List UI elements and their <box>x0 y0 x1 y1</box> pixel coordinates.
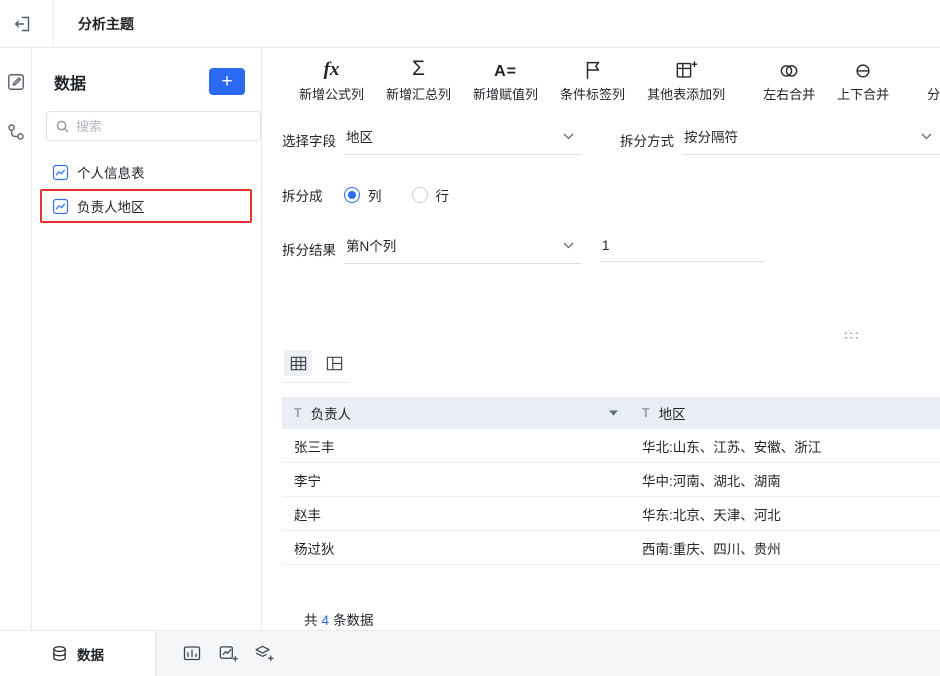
table-body: 张三丰 华北:山东、江苏、安徽、浙江 李宁 华中:河南、湖北、湖南 赵丰 华东:… <box>282 429 940 565</box>
exit-icon <box>13 15 31 33</box>
chart-file-icon <box>52 164 69 181</box>
radio-split-to-row[interactable]: 行 <box>411 185 449 205</box>
bottom-actions <box>182 644 274 664</box>
search-box[interactable] <box>46 111 261 141</box>
toolbar-condition-tag-column[interactable]: 条件标签列 <box>549 55 636 103</box>
radio-icon <box>344 187 360 203</box>
split-config-form: 选择字段 地区 拆分方式 按分隔符 拆分成 列 行 拆分结果 第N个列 1 <box>262 124 940 264</box>
cell-region: 华中:河南、湖北、湖南 <box>642 473 781 489</box>
table-row[interactable]: 李宁 华中:河南、湖北、湖南 <box>282 463 940 497</box>
cell-owner: 张三丰 <box>294 439 335 455</box>
toolbar-group-summary[interactable]: 分组汇总 <box>916 55 940 103</box>
merge-tb-icon <box>852 55 874 81</box>
dataset-item-label: 个人信息表 <box>77 166 145 181</box>
table-row[interactable]: 赵丰 华东:北京、天津、河北 <box>282 497 940 531</box>
table-row[interactable]: 张三丰 华北:山东、江苏、安徽、浙江 <box>282 429 940 463</box>
grid-view-toggle[interactable] <box>284 350 312 376</box>
split-result-label: 拆分结果 <box>282 242 336 258</box>
dataset-list: 个人信息表 负责人地区 <box>40 155 252 223</box>
split-result-select[interactable]: 第N个列 <box>344 233 582 264</box>
page-title: 分析主题 <box>78 15 134 32</box>
layout-view-toggle[interactable] <box>320 350 348 376</box>
column-header-owner[interactable]: T 负责人 <box>282 403 630 423</box>
bar-chart-icon[interactable] <box>182 644 202 664</box>
table-row[interactable]: 杨过狄 西南:重庆、四川、贵州 <box>282 531 940 565</box>
horizontal-drag-handle[interactable] <box>843 331 860 341</box>
bottom-bar: 数据 <box>0 630 940 676</box>
view-toggles <box>282 350 350 383</box>
radio-icon <box>411 187 428 203</box>
search-icon <box>55 119 70 134</box>
search-input[interactable] <box>76 118 252 134</box>
toolbar-new-summary-column[interactable]: Σ 新增汇总列 <box>375 55 462 103</box>
cell-region: 华北:山东、江苏、安徽、浙江 <box>642 439 822 455</box>
result-n-input[interactable] <box>600 235 765 262</box>
split-into-label: 拆分成 <box>282 189 323 204</box>
sidebar-title: 数据 <box>54 75 87 93</box>
topbar: 分析主题 <box>0 0 940 48</box>
toolbar-merge-left-right[interactable]: 左右合并 <box>752 55 826 103</box>
assign-icon: A= <box>494 63 517 80</box>
table-add-icon <box>674 55 698 81</box>
data-sidebar: 数据 + 个人信息表 <box>32 48 291 630</box>
toolbar-new-assign-column[interactable]: A= 新增赋值列 <box>462 55 549 103</box>
chart-file-icon <box>52 198 69 215</box>
main-panel: fx 新增公式列 Σ 新增汇总列 A= 新增赋值列 条件标签列 其他表添加列 左… <box>262 48 940 630</box>
field-select[interactable]: 地区 <box>344 124 582 155</box>
edit-toolbar: fx 新增公式列 Σ 新增汇总列 A= 新增赋值列 条件标签列 其他表添加列 左… <box>262 48 940 110</box>
merge-lr-icon <box>777 55 801 81</box>
split-method-select[interactable]: 按分隔符 <box>682 124 940 155</box>
cell-region: 西南:重庆、四川、贵州 <box>642 541 781 557</box>
toolbar-add-column-from-table[interactable]: 其他表添加列 <box>636 55 736 103</box>
pane-splitter <box>262 328 940 344</box>
flag-icon <box>582 55 604 81</box>
toolbar-new-formula-column[interactable]: fx 新增公式列 <box>288 55 375 103</box>
dataset-item-region[interactable]: 负责人地区 <box>40 189 252 223</box>
search-row <box>46 111 291 141</box>
split-method-label: 拆分方式 <box>620 133 674 149</box>
dataset-item-personal-info[interactable]: 个人信息表 <box>40 155 252 189</box>
text-type-icon: T <box>294 406 302 420</box>
add-chart-icon[interactable] <box>218 644 238 664</box>
dataset-item-label: 负责人地区 <box>77 200 145 215</box>
data-table: T 负责人 T 地区 张三丰 华北:山东、江苏、安徽、浙江 李宁 华中:河南、湖… <box>282 397 940 629</box>
filter-caret-icon[interactable] <box>609 410 618 416</box>
sigma-icon: Σ <box>412 57 426 80</box>
dataset-edit-icon[interactable] <box>6 72 26 92</box>
cell-region: 华东:北京、天津、河北 <box>642 507 781 523</box>
relation-icon[interactable] <box>6 122 26 142</box>
toolbar-merge-top-bottom[interactable]: 上下合并 <box>826 55 900 103</box>
exit-button[interactable] <box>0 0 54 48</box>
tab-data[interactable]: 数据 <box>0 631 156 676</box>
vertical-drag-handle[interactable] <box>262 328 263 344</box>
add-layer-icon[interactable] <box>254 644 274 664</box>
table-header-row: T 负责人 T 地区 <box>282 397 940 429</box>
cell-owner: 赵丰 <box>294 507 321 523</box>
sidebar-header: 数据 + <box>54 68 245 95</box>
row-count: 4 <box>321 613 330 628</box>
column-header-region[interactable]: T 地区 <box>630 403 940 423</box>
fx-formula-icon: fx <box>323 59 340 80</box>
cell-owner: 李宁 <box>294 473 321 489</box>
left-rail <box>0 48 32 630</box>
tab-data-label: 数据 <box>77 647 104 663</box>
chevron-down-icon <box>921 133 932 140</box>
text-type-icon: T <box>642 406 650 420</box>
database-icon <box>51 645 68 662</box>
cell-owner: 杨过狄 <box>294 541 335 557</box>
add-dataset-button[interactable]: + <box>209 68 245 95</box>
chevron-down-icon <box>563 242 574 249</box>
chevron-down-icon <box>563 133 574 140</box>
field-select-label: 选择字段 <box>282 133 336 149</box>
radio-split-to-column[interactable]: 列 <box>344 185 382 205</box>
table-footer: 共 4 条数据 <box>304 613 374 628</box>
